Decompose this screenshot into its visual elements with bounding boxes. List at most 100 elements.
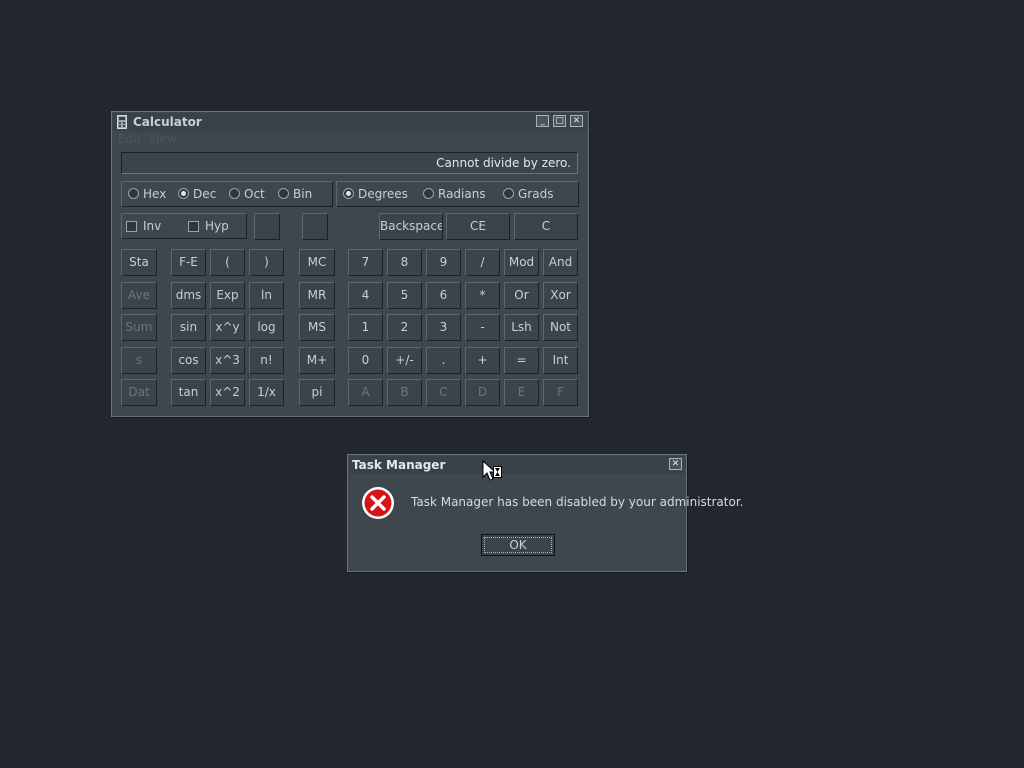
key-main[interactable]: Xor	[543, 282, 578, 309]
dialog-message: Task Manager has been disabled by your a…	[411, 495, 744, 509]
key-main[interactable]: Or	[504, 282, 539, 309]
key-function[interactable]: dms	[171, 282, 206, 309]
inv-hyp-group: Inv Hyp	[121, 213, 247, 239]
key-main[interactable]: F	[543, 379, 578, 406]
checkbox-inv-box	[126, 221, 137, 232]
key-main[interactable]: 4	[348, 282, 383, 309]
key-stat-3[interactable]: s	[121, 347, 157, 374]
key-main[interactable]: 7	[348, 249, 383, 276]
key-function[interactable]: (	[210, 249, 245, 276]
key-main[interactable]: Int	[543, 347, 578, 374]
radio-grads[interactable]: Grads	[503, 187, 553, 201]
checkbox-inv-label: Inv	[143, 219, 162, 233]
key-function[interactable]: x^3	[210, 347, 245, 374]
radio-dec-label: Dec	[193, 187, 217, 201]
key-stat-4[interactable]: Dat	[121, 379, 157, 406]
key-main[interactable]: E	[504, 379, 539, 406]
radio-degrees[interactable]: Degrees	[343, 187, 408, 201]
key-main[interactable]: Not	[543, 314, 578, 341]
key-function[interactable]: n!	[249, 347, 284, 374]
key-memory[interactable]: pi	[299, 379, 335, 406]
key-main[interactable]: +/-	[387, 347, 422, 374]
key-main[interactable]: 2	[387, 314, 422, 341]
radio-hex[interactable]: Hex	[128, 187, 166, 201]
key-main[interactable]: Lsh	[504, 314, 539, 341]
radio-hex-label: Hex	[143, 187, 167, 201]
c-button[interactable]: C	[514, 213, 578, 240]
dialog-close-button[interactable]: ✕	[669, 458, 682, 470]
ok-button[interactable]: OK	[481, 534, 555, 556]
radio-oct[interactable]: Oct	[229, 187, 265, 201]
key-main[interactable]: +	[465, 347, 500, 374]
key-main[interactable]: C	[426, 379, 461, 406]
radio-degrees-label: Degrees	[358, 187, 408, 201]
calculator-icon	[117, 115, 127, 132]
angle-unit-group: Degrees Radians Grads	[336, 181, 579, 207]
key-function[interactable]: Exp	[210, 282, 245, 309]
radio-bin-label: Bin	[293, 187, 313, 201]
key-main[interactable]: =	[504, 347, 539, 374]
radio-hex-indicator	[128, 188, 139, 199]
radio-grads-label: Grads	[518, 187, 554, 201]
radio-radians-label: Radians	[438, 187, 486, 201]
key-main[interactable]: D	[465, 379, 500, 406]
key-function[interactable]: tan	[171, 379, 206, 406]
backspace-button[interactable]: Backspace	[379, 213, 443, 240]
key-main[interactable]: 9	[426, 249, 461, 276]
close-button[interactable]: ✕	[570, 115, 583, 127]
key-function[interactable]: log	[249, 314, 284, 341]
key-main[interactable]: 6	[426, 282, 461, 309]
key-memory[interactable]: MC	[299, 249, 335, 276]
checkbox-hyp[interactable]: Hyp	[188, 219, 229, 233]
minimize-button[interactable]: _	[536, 115, 549, 127]
minimize-icon: _	[540, 116, 545, 126]
menu-view[interactable]: View	[148, 132, 176, 146]
key-function[interactable]: sin	[171, 314, 206, 341]
calculator-title: Calculator	[133, 115, 202, 129]
radio-bin-indicator	[278, 188, 289, 199]
key-function[interactable]: x^y	[210, 314, 245, 341]
key-stat-0[interactable]: Sta	[121, 249, 157, 276]
key-memory[interactable]: MS	[299, 314, 335, 341]
key-main[interactable]: 1	[348, 314, 383, 341]
radio-bin[interactable]: Bin	[278, 187, 312, 201]
key-main[interactable]: .	[426, 347, 461, 374]
close-icon: ✕	[572, 116, 581, 126]
maximize-button[interactable]: □	[553, 115, 566, 127]
key-main[interactable]: And	[543, 249, 578, 276]
dialog-title-bar[interactable]: Task Manager ✕	[349, 456, 685, 474]
parenthesis-indicator	[254, 213, 280, 240]
key-memory[interactable]: MR	[299, 282, 335, 309]
calculator-title-bar[interactable]: Calculator _ □ ✕	[113, 113, 587, 131]
key-function[interactable]: )	[249, 249, 284, 276]
key-main[interactable]: B	[387, 379, 422, 406]
radio-oct-indicator	[229, 188, 240, 199]
key-main[interactable]: Mod	[504, 249, 539, 276]
task-manager-dialog: Task Manager ✕ Task Manager has been dis…	[347, 454, 743, 572]
radio-degrees-indicator	[343, 188, 354, 199]
checkbox-inv[interactable]: Inv	[126, 219, 161, 233]
key-function[interactable]: ln	[249, 282, 284, 309]
radio-radians[interactable]: Radians	[423, 187, 486, 201]
key-memory[interactable]: M+	[299, 347, 335, 374]
key-main[interactable]: 0	[348, 347, 383, 374]
ce-button[interactable]: CE	[446, 213, 510, 240]
key-main[interactable]: -	[465, 314, 500, 341]
key-function[interactable]: cos	[171, 347, 206, 374]
key-main[interactable]: 5	[387, 282, 422, 309]
memory-indicator	[302, 213, 328, 240]
key-main[interactable]: /	[465, 249, 500, 276]
key-stat-2[interactable]: Sum	[121, 314, 157, 341]
key-main[interactable]: *	[465, 282, 500, 309]
key-main[interactable]: A	[348, 379, 383, 406]
radio-dec[interactable]: Dec	[178, 187, 216, 201]
menu-edit[interactable]: Edit	[118, 132, 141, 146]
key-main[interactable]: 3	[426, 314, 461, 341]
key-function[interactable]: 1/x	[249, 379, 284, 406]
dialog-title: Task Manager	[352, 458, 446, 472]
checkbox-hyp-label: Hyp	[205, 219, 229, 233]
key-function[interactable]: F-E	[171, 249, 206, 276]
key-function[interactable]: x^2	[210, 379, 245, 406]
key-stat-1[interactable]: Ave	[121, 282, 157, 309]
key-main[interactable]: 8	[387, 249, 422, 276]
